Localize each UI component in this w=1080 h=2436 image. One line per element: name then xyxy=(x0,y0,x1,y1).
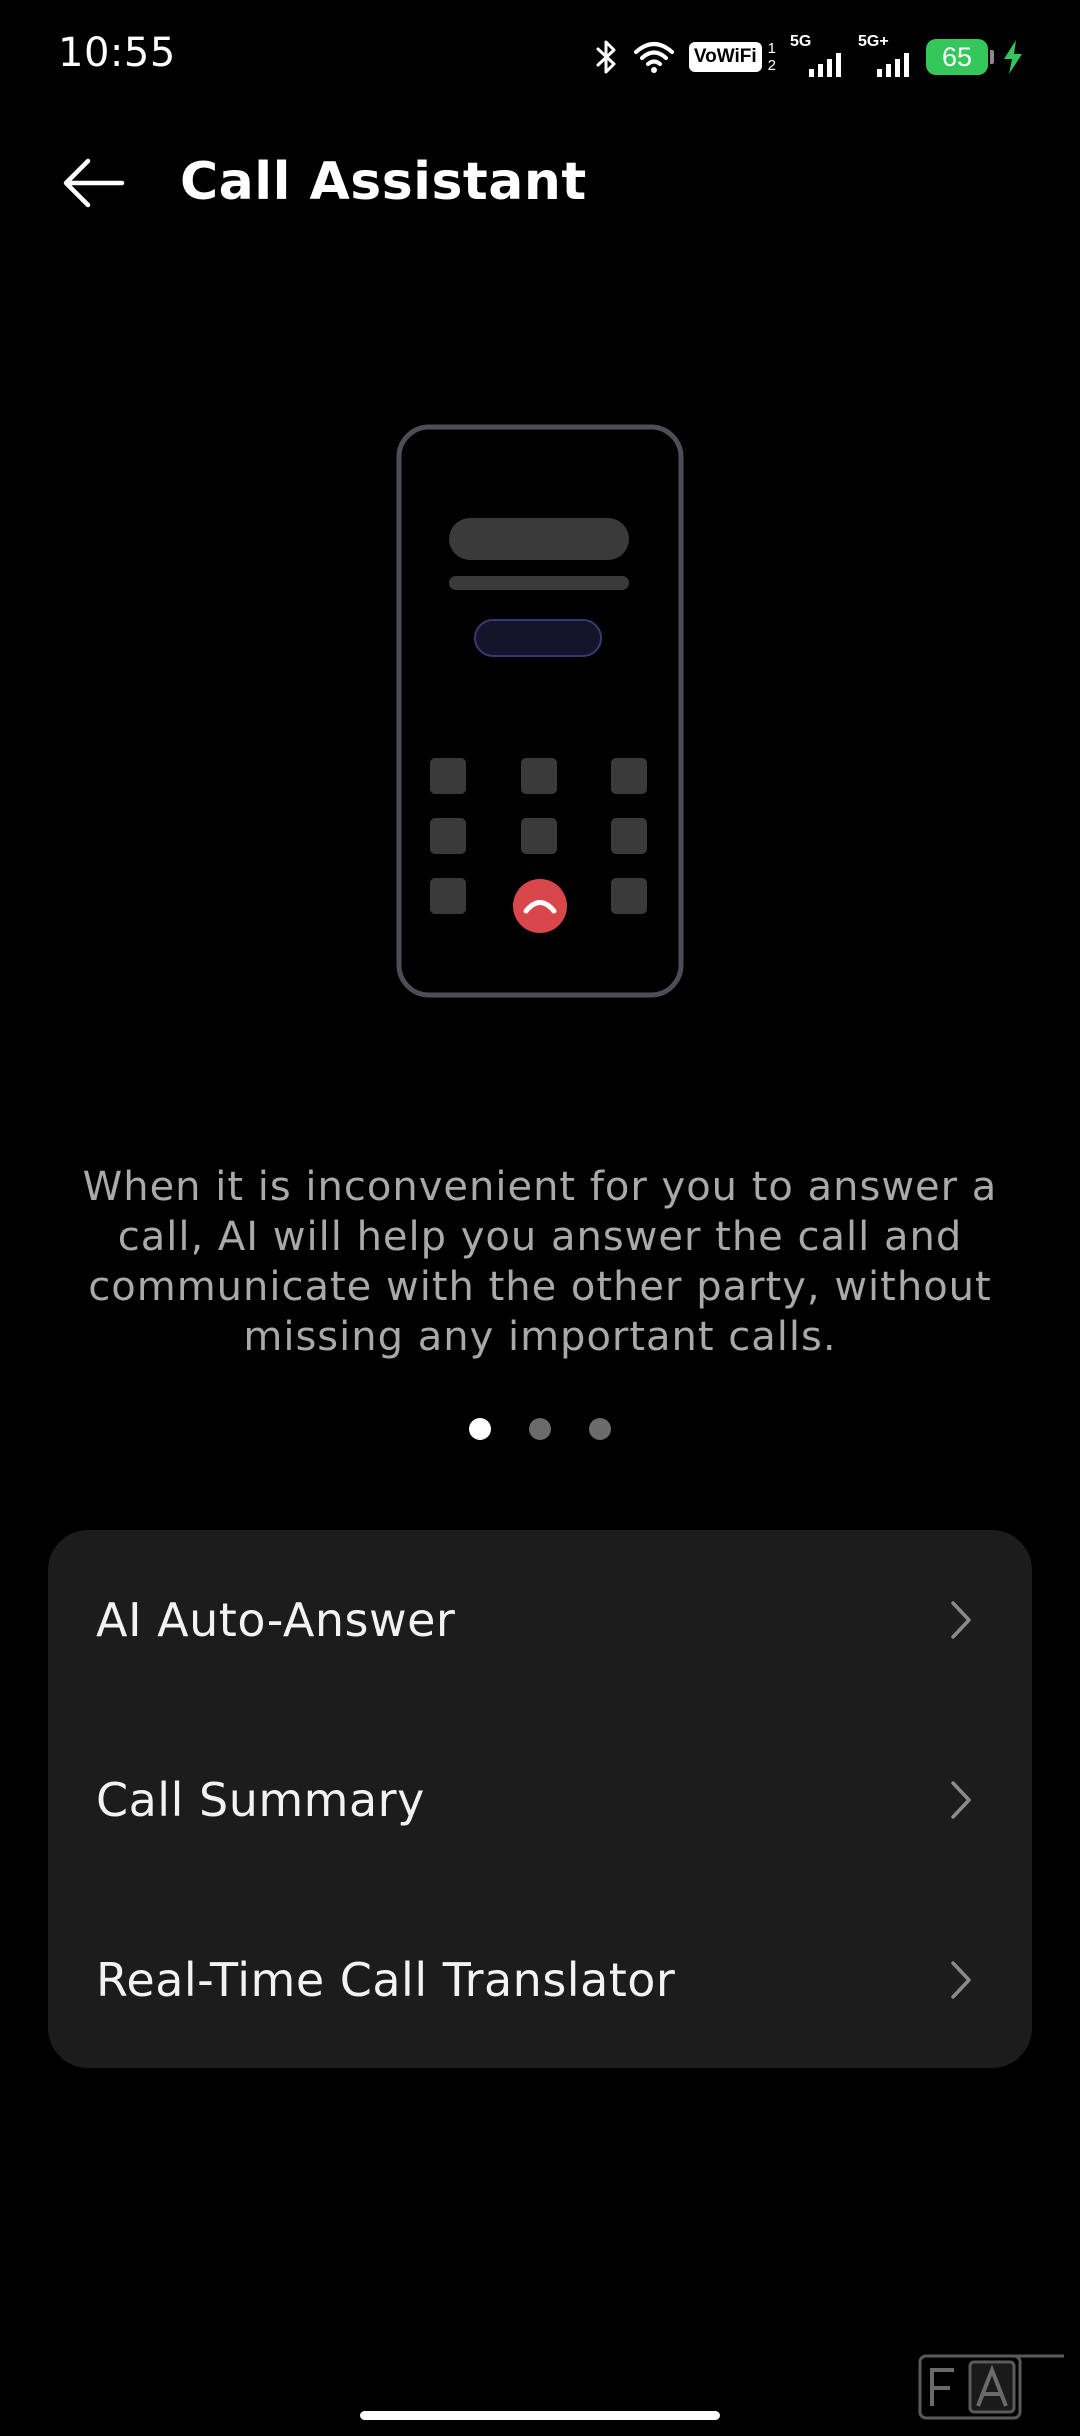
feature-menu-card: AI Auto-Answer Call Summary Real-Time Ca… xyxy=(48,1530,1032,2068)
menu-item-label: AI Auto-Answer xyxy=(96,1593,456,1647)
signal-bars-icon xyxy=(809,53,841,77)
wifi-icon xyxy=(633,40,675,74)
sim-digit-2: 2 xyxy=(767,57,776,74)
chevron-right-icon xyxy=(946,1598,976,1642)
charging-bolt-icon xyxy=(1002,39,1024,75)
sim-indicator: 1 2 xyxy=(768,40,776,74)
app-header: Call Assistant xyxy=(0,130,1080,240)
status-bar: 10:55 VoWiFi 1 2 5G 5G+ 65 xyxy=(0,0,1080,120)
pager-dot-1[interactable] xyxy=(469,1418,491,1440)
status-icons: VoWiFi 1 2 5G 5G+ 65 xyxy=(595,32,1024,82)
menu-item-real-time-call-translator[interactable]: Real-Time Call Translator xyxy=(48,1890,1032,2068)
vowifi-badge: VoWiFi xyxy=(688,42,762,72)
home-indicator[interactable] xyxy=(360,2411,720,2420)
chevron-right-icon xyxy=(946,1958,976,2002)
menu-item-ai-auto-answer[interactable]: AI Auto-Answer xyxy=(48,1530,1032,1710)
pager-dot-2[interactable] xyxy=(529,1418,551,1440)
watermark-logo xyxy=(918,2350,1068,2422)
status-time: 10:55 xyxy=(58,30,176,76)
pager-dot-3[interactable] xyxy=(589,1418,611,1440)
bluetooth-icon xyxy=(595,39,619,75)
signal-block-1: 5G xyxy=(790,33,844,79)
menu-item-label: Call Summary xyxy=(96,1773,425,1827)
feature-description: When it is inconvenient for you to answe… xyxy=(82,1164,998,1360)
page-title: Call Assistant xyxy=(180,152,587,212)
network-type-1: 5G xyxy=(790,33,812,50)
signal-bars-icon xyxy=(877,53,909,77)
carousel-pager xyxy=(0,1418,1080,1440)
back-button[interactable] xyxy=(48,150,138,220)
signal-block-2: 5G+ xyxy=(858,33,912,79)
menu-item-call-summary[interactable]: Call Summary xyxy=(48,1710,1032,1890)
sim-digit-1: 1 xyxy=(767,40,776,57)
menu-item-label: Real-Time Call Translator xyxy=(96,1953,676,2007)
phone-call-illustration xyxy=(396,424,684,998)
chevron-right-icon xyxy=(946,1778,976,1822)
battery-indicator: 65 xyxy=(926,39,994,75)
network-type-2: 5G+ xyxy=(858,33,889,50)
arrow-left-icon xyxy=(60,158,126,212)
